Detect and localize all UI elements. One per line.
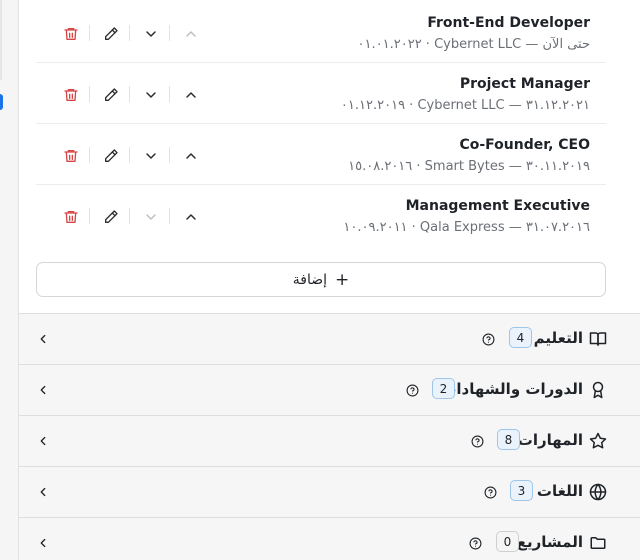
pencil-icon: [105, 27, 118, 40]
entry-subtitle: ١٥.٠٨.٢٠١٦ · Smart Bytes — ٣٠.١١.٢٠١٩: [348, 159, 590, 174]
list-item: Co-Founder, CEO ١٥.٠٨.٢٠١٦ · Smart Bytes…: [36, 124, 606, 185]
chevron-down-icon: [146, 214, 156, 220]
list-item: Front-End Developer ٠١.٠١.٢٠٢٢ · Cyberne…: [36, 2, 606, 63]
section-title: اللغات: [536, 482, 583, 500]
divider: [169, 208, 170, 224]
divider: [89, 86, 90, 102]
move-down-button[interactable]: [140, 23, 162, 45]
section-skills[interactable]: المهارات 8: [19, 415, 640, 466]
chevron-up-icon: [186, 153, 196, 159]
delete-button[interactable]: [60, 84, 82, 106]
edit-button[interactable]: [100, 206, 122, 228]
count-badge: 3: [510, 480, 533, 501]
chevron-down-icon: [146, 92, 156, 98]
divider: [169, 147, 170, 163]
chevron-up-icon: [186, 92, 196, 98]
chevron-left-icon: [36, 535, 50, 549]
section-title: الدورات والشهادات: [441, 380, 583, 398]
section-title: المشاريع: [516, 533, 583, 551]
add-entry-button[interactable]: إضافة +: [36, 262, 606, 297]
chevron-left-icon: [36, 484, 50, 498]
add-button-label: إضافة: [292, 271, 327, 288]
pencil-icon: [105, 210, 118, 223]
plus-icon: +: [335, 269, 350, 290]
chevron-down-icon: [146, 153, 156, 159]
edit-button[interactable]: [100, 23, 122, 45]
divider: [89, 147, 90, 163]
divider: [129, 25, 130, 41]
move-up-button[interactable]: [180, 23, 202, 45]
delete-button[interactable]: [60, 145, 82, 167]
edge-indicator: [0, 94, 3, 110]
help-icon[interactable]: [484, 484, 497, 499]
chevron-down-icon: [146, 31, 156, 37]
list-item: Management Executive ١٠.٠٩.٢٠١١ · Qala E…: [36, 185, 606, 246]
count-badge: 4: [509, 327, 532, 348]
count-badge: 8: [497, 429, 520, 450]
delete-button[interactable]: [60, 23, 82, 45]
entry-title: Co-Founder, CEO: [459, 137, 590, 153]
trash-icon: [64, 89, 78, 101]
count-badge: 2: [432, 378, 455, 399]
list-item: Project Manager ٠١.١٢.٢٠١٩ · Cybernet LL…: [36, 63, 606, 124]
trash-icon: [64, 28, 78, 40]
award-icon: [589, 381, 607, 399]
globe-icon: [589, 483, 607, 501]
delete-button[interactable]: [60, 206, 82, 228]
chevron-left-icon: [36, 382, 50, 396]
entry-title: Management Executive: [405, 198, 590, 214]
entry-subtitle: ٠١.٠١.٢٠٢٢ · Cybernet LLC — حتى الآن: [357, 37, 590, 52]
pencil-icon: [105, 149, 118, 162]
section-languages[interactable]: اللغات 3: [19, 466, 640, 517]
divider: [89, 208, 90, 224]
entry-subtitle: ١٠.٠٩.٢٠١١ · Qala Express — ٣١.٠٧.٢٠١٦: [343, 220, 590, 235]
chevron-left-icon: [36, 433, 50, 447]
resume-editor-panel: Front-End Developer ٠١.٠١.٢٠٢٢ · Cyberne…: [18, 0, 640, 560]
edit-button[interactable]: [100, 145, 122, 167]
folder-icon: [589, 534, 607, 552]
divider: [129, 86, 130, 102]
chevron-up-icon: [186, 214, 196, 220]
chevron-left-icon: [36, 331, 50, 345]
pencil-icon: [105, 88, 118, 101]
divider: [169, 86, 170, 102]
help-icon[interactable]: [471, 433, 484, 448]
move-down-button[interactable]: [140, 84, 162, 106]
edit-button[interactable]: [100, 84, 122, 106]
divider: [129, 208, 130, 224]
section-courses-certificates[interactable]: الدورات والشهادات 2: [19, 364, 640, 415]
entry-subtitle: ٠١.١٢.٢٠١٩ · Cybernet LLC — ٣١.١٢.٢٠٢١: [340, 98, 590, 113]
trash-icon: [64, 150, 78, 162]
help-icon[interactable]: [406, 382, 419, 397]
chevron-up-icon: [186, 31, 196, 37]
move-down-button[interactable]: [140, 206, 162, 228]
divider: [129, 147, 130, 163]
trash-icon: [64, 211, 78, 223]
move-up-button[interactable]: [180, 84, 202, 106]
entry-title: Project Manager: [459, 76, 590, 92]
help-icon[interactable]: [469, 535, 482, 550]
section-projects[interactable]: المشاريع 0: [19, 517, 640, 560]
divider: [169, 25, 170, 41]
count-badge: 0: [496, 531, 519, 552]
move-down-button[interactable]: [140, 145, 162, 167]
section-title: المهارات: [517, 431, 583, 449]
section-title: التعليم: [533, 329, 583, 347]
section-education[interactable]: التعليم 4: [19, 313, 640, 364]
left-divider: [0, 0, 2, 80]
divider: [89, 25, 90, 41]
move-up-button[interactable]: [180, 206, 202, 228]
move-up-button[interactable]: [180, 145, 202, 167]
help-icon[interactable]: [482, 331, 495, 346]
star-icon: [589, 432, 607, 450]
entry-title: Front-End Developer: [427, 15, 590, 31]
book-icon: [589, 330, 607, 348]
